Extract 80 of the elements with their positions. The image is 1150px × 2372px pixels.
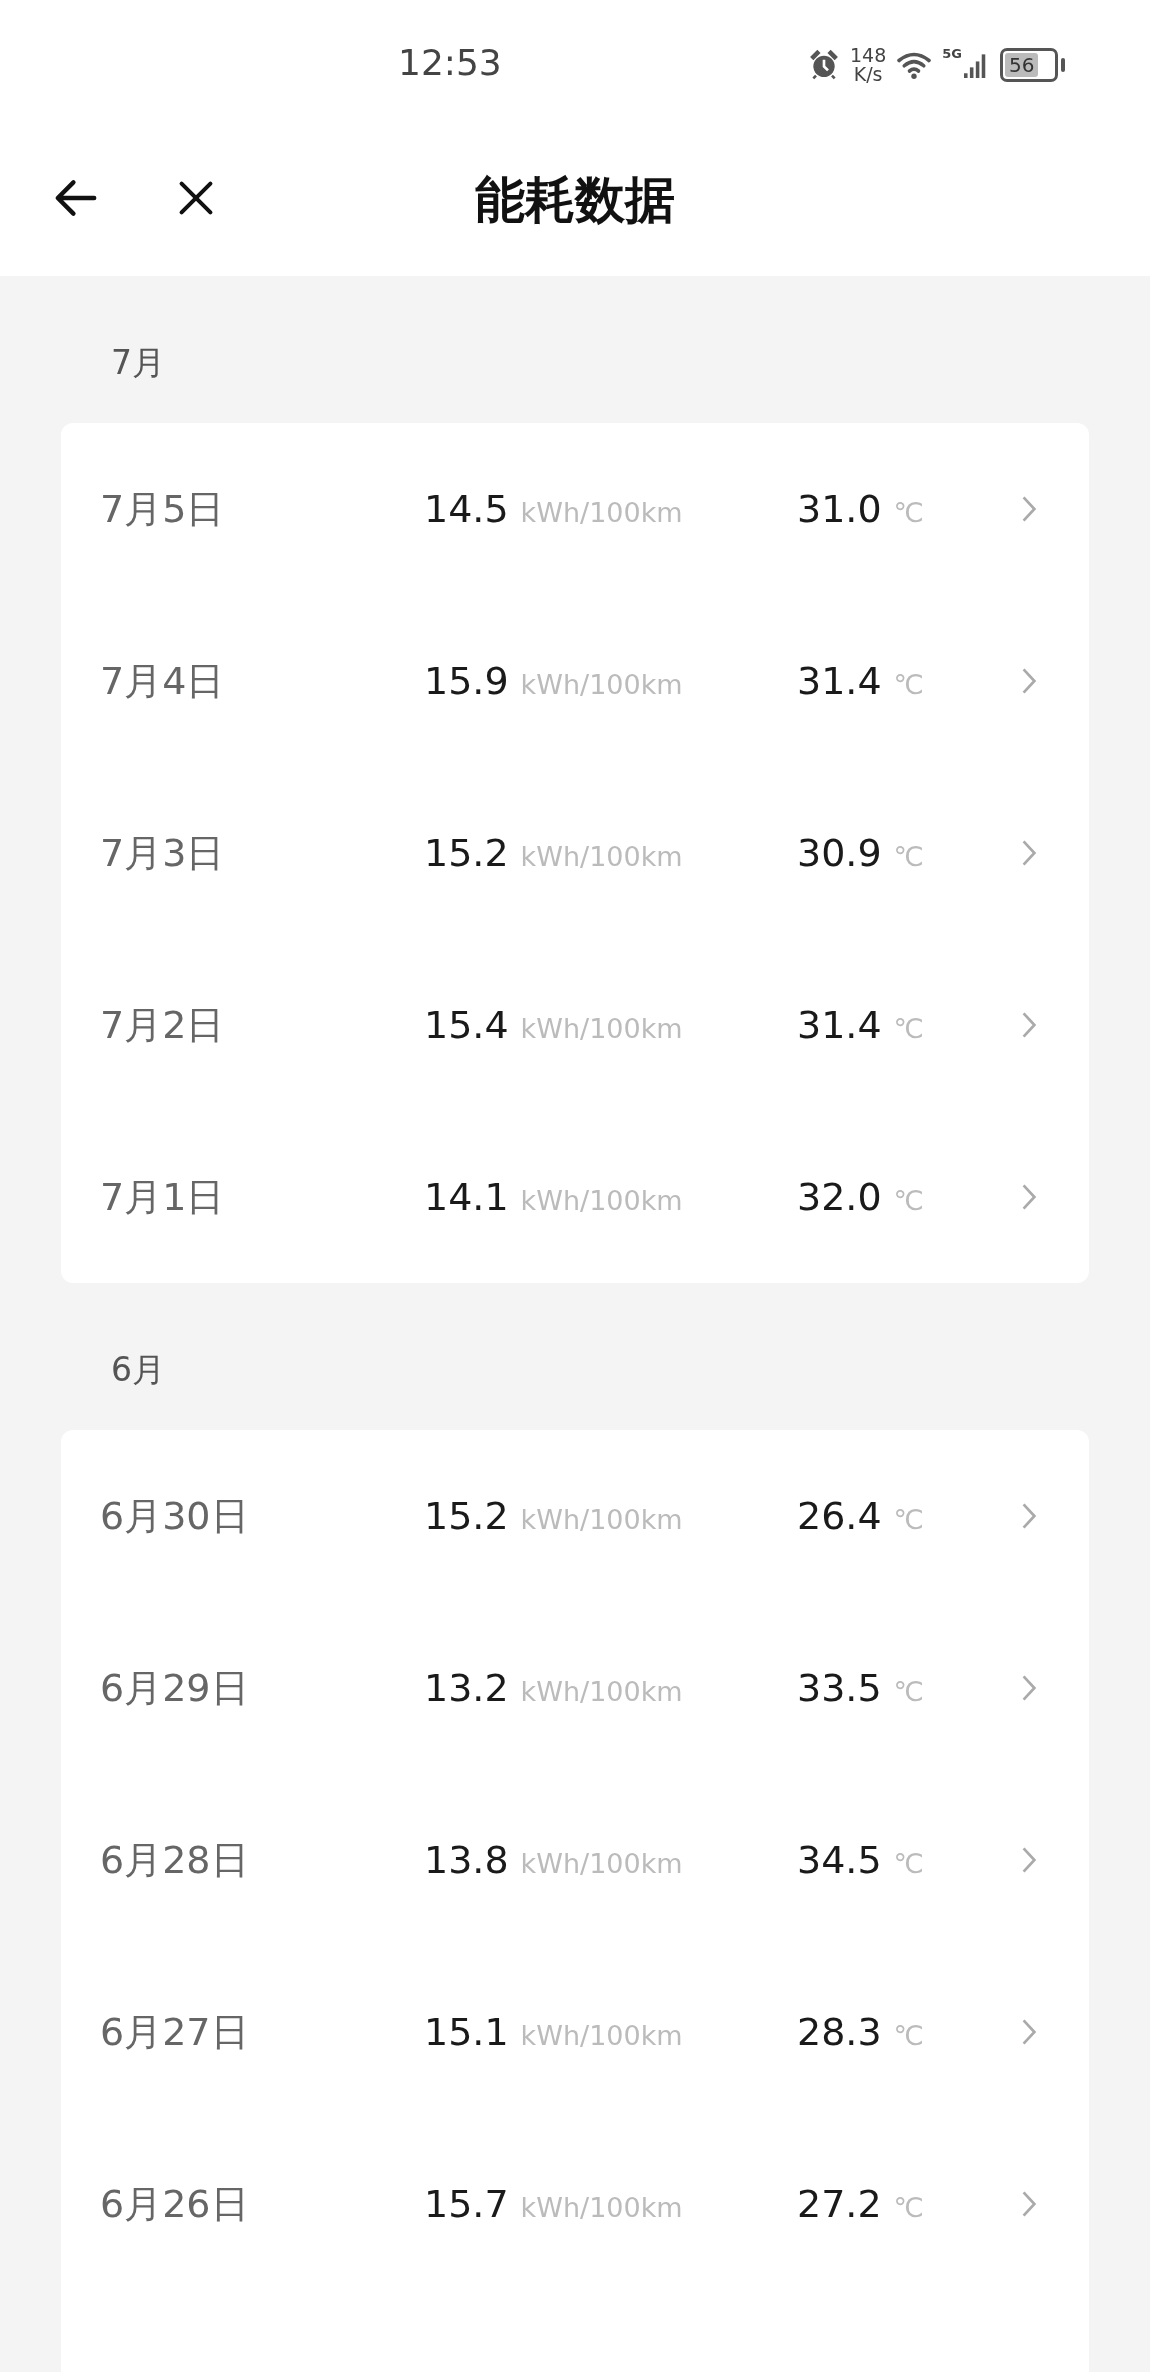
month-label: 7月 bbox=[111, 343, 165, 383]
temperature-value: 28.3 bbox=[797, 2009, 882, 2055]
alarm-icon bbox=[808, 49, 840, 81]
consumption-value: 13.8 bbox=[424, 1837, 509, 1883]
day-row[interactable]: 6月30日 15.2 kWh/100km 26.4 ℃ bbox=[61, 1430, 1089, 1602]
chevron-right-icon bbox=[1020, 1010, 1038, 1040]
date-label: 7月2日 bbox=[100, 1002, 225, 1048]
consumption-unit: kWh/100km bbox=[520, 840, 683, 874]
chevron-right-icon bbox=[1020, 2189, 1038, 2219]
temperature-value: 27.2 bbox=[797, 2181, 882, 2227]
day-row[interactable]: 7月2日 15.4 kWh/100km 31.4 ℃ bbox=[61, 939, 1089, 1111]
temperature-unit: ℃ bbox=[893, 1184, 924, 1218]
temperature-value: 30.9 bbox=[797, 830, 882, 876]
consumption-unit: kWh/100km bbox=[520, 2019, 683, 2053]
day-row[interactable]: 6月28日 13.8 kWh/100km 34.5 ℃ bbox=[61, 1774, 1089, 1946]
consumption-value: 13.2 bbox=[424, 1665, 509, 1711]
date-label: 6月30日 bbox=[100, 1493, 249, 1539]
temperature-unit: ℃ bbox=[893, 496, 924, 530]
chevron-right-icon bbox=[1020, 494, 1038, 524]
date-label: 6月29日 bbox=[100, 1665, 249, 1711]
chevron-right-icon bbox=[1020, 2017, 1038, 2047]
consumption-value: 15.7 bbox=[424, 2181, 509, 2227]
page-title: 能耗数据 bbox=[475, 169, 675, 231]
consumption-value: 14.5 bbox=[424, 486, 509, 532]
date-label: 6月28日 bbox=[100, 1837, 249, 1883]
chevron-right-icon bbox=[1020, 838, 1038, 868]
consumption-value: 15.2 bbox=[424, 830, 509, 876]
date-label: 7月5日 bbox=[100, 486, 225, 532]
day-row[interactable]: 6月27日 15.1 kWh/100km 28.3 ℃ bbox=[61, 1946, 1089, 2118]
temperature-unit: ℃ bbox=[893, 668, 924, 702]
chevron-right-icon bbox=[1020, 1845, 1038, 1875]
consumption-value: 14.1 bbox=[424, 1174, 509, 1220]
date-label: 6月26日 bbox=[100, 2181, 249, 2227]
temperature-value: 26.4 bbox=[797, 1493, 882, 1539]
temperature-value: 31.4 bbox=[797, 1002, 882, 1048]
temperature-value: 31.4 bbox=[797, 658, 882, 704]
consumption-unit: kWh/100km bbox=[520, 1503, 683, 1537]
day-row[interactable]: 7月1日 14.1 kWh/100km 32.0 ℃ bbox=[61, 1111, 1089, 1283]
date-label: 6月27日 bbox=[100, 2009, 249, 2055]
temperature-unit: ℃ bbox=[893, 1847, 924, 1881]
consumption-unit: kWh/100km bbox=[520, 2191, 683, 2225]
chevron-right-icon bbox=[1020, 1182, 1038, 1212]
consumption-value: 15.9 bbox=[424, 658, 509, 704]
wifi-icon bbox=[896, 50, 933, 80]
temperature-unit: ℃ bbox=[893, 2191, 924, 2225]
network-type: 5G bbox=[942, 46, 962, 61]
temperature-value: 34.5 bbox=[797, 1837, 882, 1883]
battery-indicator: 56 bbox=[1000, 48, 1058, 82]
date-label: 7月1日 bbox=[100, 1174, 225, 1220]
temperature-unit: ℃ bbox=[893, 840, 924, 874]
date-label: 7月3日 bbox=[100, 830, 225, 876]
day-row[interactable]: 7月4日 15.9 kWh/100km 31.4 ℃ bbox=[61, 595, 1089, 767]
temperature-value: 33.5 bbox=[797, 1665, 882, 1711]
consumption-value: 15.1 bbox=[424, 2009, 509, 2055]
date-label: 7月4日 bbox=[100, 658, 225, 704]
consumption-unit: kWh/100km bbox=[520, 1675, 683, 1709]
consumption-unit: kWh/100km bbox=[520, 1847, 683, 1881]
consumption-value: 15.2 bbox=[424, 1493, 509, 1539]
chevron-right-icon bbox=[1020, 1501, 1038, 1531]
month-label: 6月 bbox=[111, 1350, 165, 1390]
temperature-value: 31.0 bbox=[797, 486, 882, 532]
consumption-unit: kWh/100km bbox=[520, 1012, 683, 1046]
day-row[interactable]: 6月29日 13.2 kWh/100km 33.5 ℃ bbox=[61, 1602, 1089, 1774]
temperature-unit: ℃ bbox=[893, 1503, 924, 1537]
chevron-right-icon bbox=[1020, 1673, 1038, 1703]
temperature-unit: ℃ bbox=[893, 1675, 924, 1709]
temperature-unit: ℃ bbox=[893, 1012, 924, 1046]
day-row[interactable]: 6月26日 15.7 kWh/100km 27.2 ℃ bbox=[61, 2118, 1089, 2290]
temperature-unit: ℃ bbox=[893, 2019, 924, 2053]
day-row[interactable]: 7月5日 14.5 kWh/100km 31.0 ℃ bbox=[61, 423, 1089, 595]
consumption-unit: kWh/100km bbox=[520, 668, 683, 702]
chevron-right-icon bbox=[1020, 666, 1038, 696]
net-speed: 148 bbox=[850, 46, 887, 65]
net-speed-unit: K/s bbox=[853, 65, 883, 84]
status-time: 12:53 bbox=[398, 42, 502, 83]
consumption-value: 15.4 bbox=[424, 1002, 509, 1048]
day-row[interactable]: 7月3日 15.2 kWh/100km 30.9 ℃ bbox=[61, 767, 1089, 939]
temperature-value: 32.0 bbox=[797, 1174, 882, 1220]
consumption-unit: kWh/100km bbox=[520, 1184, 683, 1218]
consumption-unit: kWh/100km bbox=[520, 496, 683, 530]
